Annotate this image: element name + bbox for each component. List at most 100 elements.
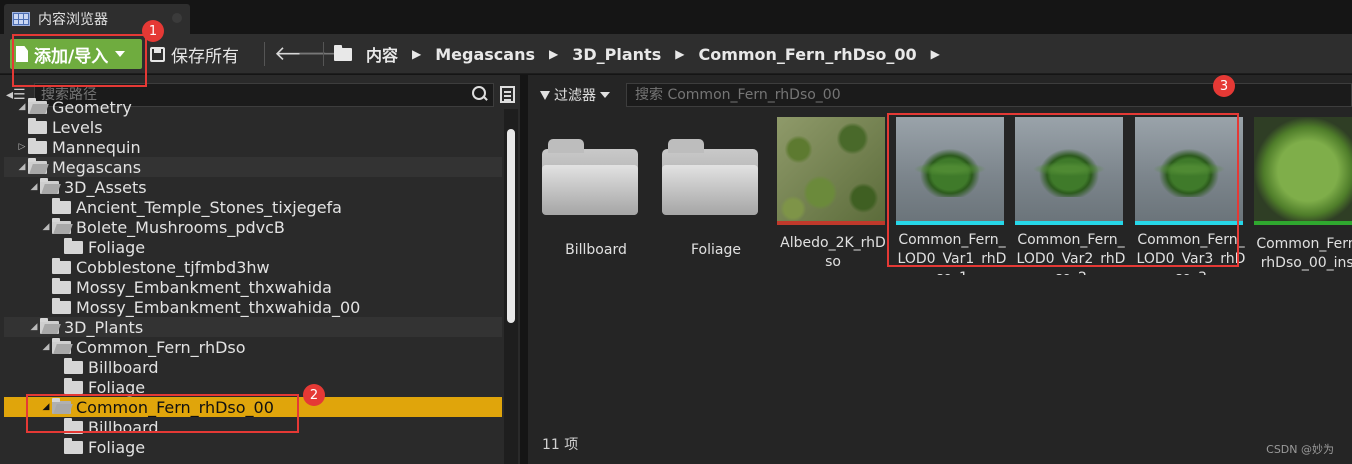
tree-item-label: Megascans [52,157,142,177]
asset-name: Albedo_2K_rhDso [780,235,886,270]
asset-type-stripe [777,221,885,225]
annotation-box-1 [12,34,147,87]
annotation-badge-1: 1 [142,20,164,42]
expanded-arrow-icon[interactable]: ◢ [16,102,28,112]
folder-icon [64,357,83,374]
asset-search-input[interactable] [626,83,1352,107]
filter-label: 过滤器 [554,88,596,104]
folder-icon [662,139,758,215]
save-all-label: 保存所有 [171,46,239,67]
material-thumbnail [1254,117,1352,225]
funnel-icon [540,90,550,100]
tree-item-label: Cobblestone_tjfmbd3hw [76,257,270,277]
folder-open-icon [40,317,59,334]
tree-item[interactable]: Foliage [4,237,502,257]
toolbar-divider [323,42,324,66]
breadcrumb-item-3d-plants[interactable]: 3D_Plants [572,45,661,64]
watermark: CSDN @妙为 [1266,443,1334,456]
content-browser-icon [12,12,30,26]
folder-icon [28,117,47,134]
breadcrumb-item-common-fern[interactable]: Common_Fern_rhDso_00 [698,45,916,64]
tree-item-label: Billboard [88,357,159,377]
tree-item[interactable]: Mossy_Embankment_thxwahida_00 [4,297,502,317]
folder-open-icon [52,337,71,354]
tree-item-label: Ancient_Temple_Stones_tixjegefa [76,197,342,217]
tree-item-label: Bolete_Mushrooms_pdvcB [76,217,285,237]
tree-item[interactable]: ◢ Megascans [4,157,502,177]
expanded-arrow-icon[interactable]: ◢ [40,222,52,232]
tree-item[interactable]: ◢ 3D_Assets [4,177,502,197]
tree-item-label: Mannequin [52,137,141,157]
folder-open-icon [52,217,71,234]
tab-title: 内容浏览器 [38,12,108,28]
breadcrumb-arrow-icon[interactable]: ▶ [675,47,684,61]
toolbar-divider [264,42,265,66]
filter-button[interactable]: 过滤器 [540,85,610,105]
tree-item[interactable]: ◢ Geometry [4,97,502,117]
tree-item[interactable]: ◢ Common_Fern_rhDso [4,337,502,357]
folder-tile[interactable]: Billboard [540,117,648,282]
tree-item[interactable]: ◢ 3D_Plants [4,317,502,337]
folder-icon [52,257,71,274]
close-tab-icon[interactable] [172,13,182,23]
breadcrumb-arrow-icon[interactable]: ▶ [412,47,421,61]
folder-open-icon [28,97,47,114]
chevron-down-icon [600,92,610,98]
folder-icon [28,137,47,154]
asset-name: Foliage [691,242,741,258]
folder-icon [52,277,71,294]
annotation-badge-2: 2 [303,384,325,406]
annotation-box-3 [887,113,1239,267]
tree-item-label: Foliage [88,437,146,457]
asset-tile[interactable]: Common_Fern_rhDso_00_inst [1254,117,1352,282]
breadcrumb-arrow-icon[interactable]: ▶ [931,47,940,61]
breadcrumb: 内容 ▶ Megascans ▶ 3D_Plants ▶ Common_Fern… [334,39,954,69]
collapsed-arrow-icon[interactable]: ▷ [16,142,28,152]
tree-item-label: Mossy_Embankment_thxwahida_00 [76,297,361,317]
folder-icon [334,44,352,61]
folder-open-icon [40,177,59,194]
asset-name: Common_Fern_rhDso_00_inst [1256,236,1352,271]
asset-type-stripe [1254,221,1352,225]
breadcrumb-item-content[interactable]: 内容 [366,42,398,66]
tree-item[interactable]: Ancient_Temple_Stones_tixjegefa [4,197,502,217]
toolbar: 添加/导入 保存所有 🡐 🡒 内容 ▶ Megascans ▶ 3D_Plant… [0,34,1352,74]
asset-name: Billboard [565,242,627,258]
expanded-arrow-icon[interactable]: ◢ [16,162,28,172]
save-all-button[interactable]: 保存所有 [150,39,239,69]
expanded-arrow-icon[interactable]: ◢ [40,342,52,352]
tree-scrollbar-thumb[interactable] [507,129,515,323]
folder-icon [52,197,71,214]
tree-item[interactable]: Levels [4,117,502,137]
folder-icon [52,297,71,314]
folder-tile[interactable]: Foliage [660,117,768,282]
folder-icon [64,237,83,254]
expanded-arrow-icon[interactable]: ◢ [28,182,40,192]
tree-item-label: Mossy_Embankment_thxwahida [76,277,332,297]
breadcrumb-item-megascans[interactable]: Megascans [435,45,535,64]
tree-item[interactable]: Cobblestone_tjfmbd3hw [4,257,502,277]
tree-item[interactable]: Billboard [4,357,502,377]
view-options-icon[interactable] [500,86,515,103]
asset-tile[interactable]: Albedo_2K_rhDso [777,117,886,282]
tree-item-label: Geometry [52,97,132,117]
folder-icon [64,377,83,394]
tree-item-label: Common_Fern_rhDso [76,337,246,357]
tree-item-label: Foliage [88,237,146,257]
panel-splitter[interactable] [520,75,528,464]
annotation-box-2 [26,394,299,433]
folder-icon [64,437,83,454]
tree-item-label: 3D_Plants [64,317,144,337]
annotation-badge-3: 3 [1213,75,1235,97]
tree-item[interactable]: ◢ Bolete_Mushrooms_pdvcB [4,217,502,237]
folder-open-icon [28,157,47,174]
tree-item-label: Levels [52,117,103,137]
tree-item-label: 3D_Assets [64,177,147,197]
title-bar: 内容浏览器 [0,0,1352,34]
tree-item[interactable]: Foliage [4,437,502,457]
breadcrumb-arrow-icon[interactable]: ▶ [549,47,558,61]
tree-item[interactable]: Mossy_Embankment_thxwahida [4,277,502,297]
tree-item[interactable]: ▷ Mannequin [4,137,502,157]
expanded-arrow-icon[interactable]: ◢ [28,322,40,332]
texture-thumbnail [777,117,885,225]
